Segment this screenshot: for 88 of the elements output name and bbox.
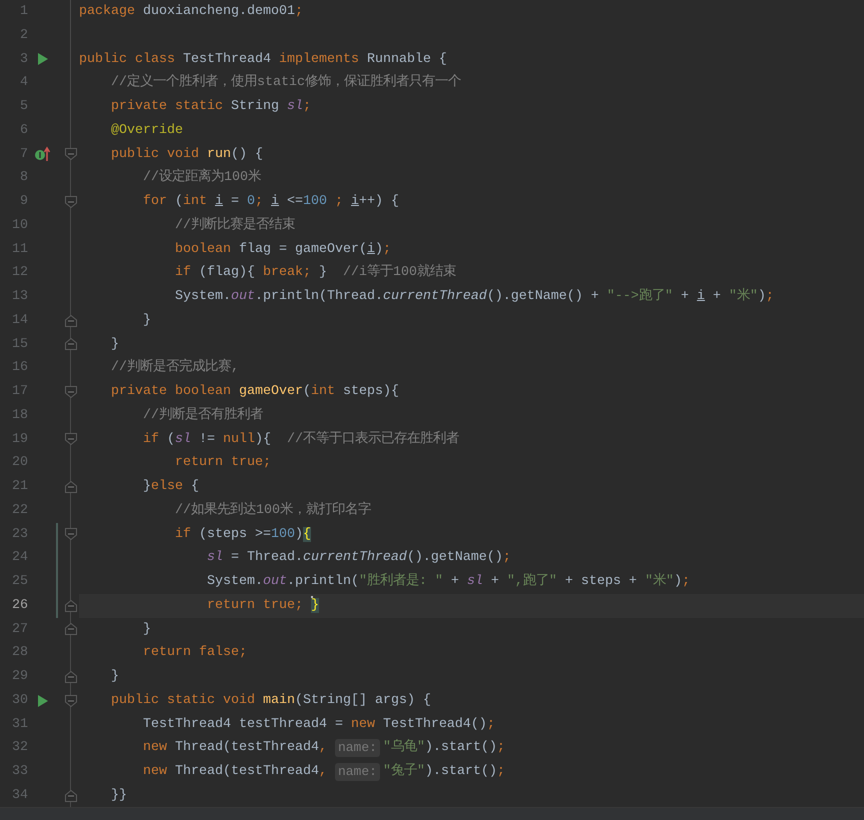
line-number: 29 bbox=[11, 668, 29, 686]
fold-icon[interactable] bbox=[64, 694, 78, 708]
code-line: }} bbox=[110, 786, 127, 805]
line-number: 13 bbox=[11, 288, 29, 306]
line-number: 9 bbox=[19, 193, 29, 211]
code-line: } bbox=[110, 668, 119, 686]
line-number: 18 bbox=[11, 406, 29, 425]
line-number: 8 bbox=[19, 169, 29, 188]
line-number: 3 bbox=[19, 50, 29, 68]
line-number: 34 bbox=[11, 786, 29, 805]
fold-icon[interactable] bbox=[64, 194, 78, 209]
code-line: public static void main(String[] args) { bbox=[110, 692, 431, 710]
line-number: 27 bbox=[11, 620, 29, 638]
run-icon[interactable] bbox=[37, 694, 49, 708]
line-number: 33 bbox=[11, 763, 29, 781]
line-number: 11 bbox=[11, 240, 29, 258]
code-line: sl = Thread.currentThread().getName(); bbox=[206, 549, 511, 568]
fold-icon[interactable] bbox=[64, 432, 78, 446]
code-line: for (int i = 0; i <=100 ; i++) { bbox=[142, 193, 399, 211]
line-number: 4 bbox=[19, 74, 29, 92]
fold-icon[interactable] bbox=[64, 314, 78, 328]
fold-icon[interactable] bbox=[64, 598, 78, 613]
fold-icon[interactable] bbox=[64, 670, 78, 684]
code-line: if (steps >=100){ bbox=[174, 526, 311, 544]
line-number: 2 bbox=[19, 26, 29, 45]
code-line: return true; bbox=[174, 454, 271, 472]
code-line: } bbox=[142, 620, 151, 638]
code-line: if (sl != null){ //不等于口表示已存在胜利者 bbox=[142, 430, 459, 448]
code-line: @Override bbox=[110, 122, 183, 140]
horizontal-scrollbar[interactable] bbox=[0, 807, 864, 820]
fold-icon[interactable] bbox=[64, 788, 78, 803]
code-line: new Thread(testThread4, bbox=[142, 763, 328, 781]
line-number: 12 bbox=[11, 264, 29, 282]
fold-icon[interactable] bbox=[64, 337, 78, 352]
line-number: 7 bbox=[19, 146, 29, 164]
code-line: "兔子").start(); bbox=[382, 762, 505, 781]
fold-icon[interactable] bbox=[64, 384, 78, 399]
line-number: 10 bbox=[11, 216, 29, 235]
code-line: }else { bbox=[142, 478, 199, 496]
code-line: "乌龟").start(); bbox=[382, 738, 505, 758]
code-line: private static String sl; bbox=[110, 98, 311, 116]
line-number: 5 bbox=[19, 98, 29, 116]
run-icon[interactable] bbox=[37, 52, 49, 66]
line-number: 25 bbox=[11, 573, 29, 591]
line-number: 26 bbox=[11, 596, 29, 615]
code-line: return false; bbox=[142, 644, 247, 662]
code-line: package duoxiancheng.demo01; bbox=[79, 3, 303, 21]
code-line: return true; } bbox=[206, 594, 319, 615]
circle-arrow-icon[interactable] bbox=[34, 146, 52, 162]
line-number: 30 bbox=[11, 692, 29, 710]
line-number: 28 bbox=[11, 644, 29, 662]
line-number: 14 bbox=[11, 312, 29, 330]
fold-icon[interactable] bbox=[64, 527, 78, 542]
code-line: new Thread(testThread4, bbox=[142, 739, 328, 758]
parameter-hint: name: bbox=[334, 739, 380, 758]
code-line: //如果先到达100米，就打印名字 bbox=[174, 500, 371, 520]
code-line: //判断是否完成比赛, bbox=[110, 358, 239, 378]
code-line: public void run() { bbox=[110, 146, 263, 164]
line-number: 16 bbox=[11, 359, 29, 378]
line-number: 17 bbox=[11, 383, 29, 401]
code-line: } bbox=[110, 336, 119, 354]
code-line: public class TestThread4 implements Runnable { bbox=[79, 50, 447, 68]
line-number: 31 bbox=[11, 716, 29, 734]
line-number: 6 bbox=[19, 122, 29, 140]
code-line: private boolean gameOver(int steps){ bbox=[110, 383, 399, 401]
line-number: 19 bbox=[11, 430, 29, 448]
code-line: if (flag){ break; } //i等于100就结束 bbox=[174, 263, 456, 282]
code-line: //设定距离为100米 bbox=[142, 168, 261, 188]
fold-icon[interactable] bbox=[64, 622, 78, 636]
fold-icon[interactable] bbox=[64, 480, 78, 494]
code-line: boolean flag = gameOver(i); bbox=[174, 240, 391, 258]
line-number: 20 bbox=[11, 454, 29, 472]
line-number: 1 bbox=[19, 3, 29, 21]
code-line: System.out.println("胜利者是: " + sl + ",跑了" + steps + "米"); bbox=[206, 572, 690, 591]
code-line: //定义一个胜利者，使用static修饰，保证胜利者只有一个 bbox=[110, 72, 461, 92]
line-number: 23 bbox=[11, 526, 29, 544]
code-line: System.out.println(Thread.currentThread().getName() + "-->跑了" + i + "米"); bbox=[174, 287, 774, 306]
code-line: //判断是否有胜利者 bbox=[142, 406, 263, 425]
code-line: //判断比赛是否结束 bbox=[174, 216, 295, 235]
line-number: 22 bbox=[11, 502, 29, 520]
code-line: TestThread4 testThread4 = new TestThread4(); bbox=[142, 716, 495, 734]
code-line: } bbox=[142, 312, 151, 330]
line-number: 21 bbox=[11, 478, 29, 496]
line-number: 24 bbox=[11, 549, 29, 568]
line-number: 15 bbox=[11, 336, 29, 354]
fold-icon[interactable] bbox=[64, 147, 78, 162]
line-number: 32 bbox=[11, 739, 29, 758]
parameter-hint: name: bbox=[334, 762, 380, 781]
